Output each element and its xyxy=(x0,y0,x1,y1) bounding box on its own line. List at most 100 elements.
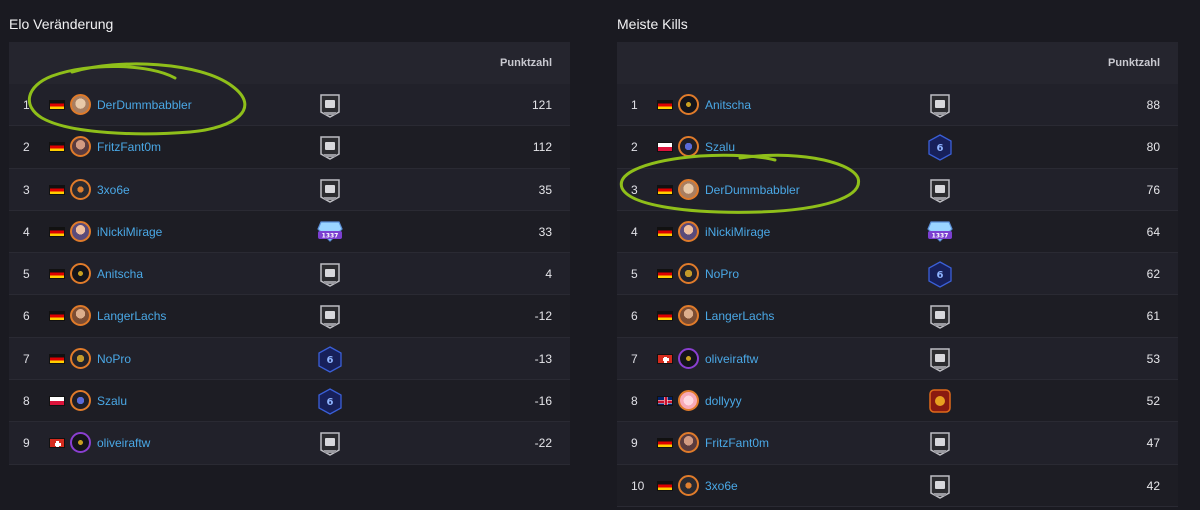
player-avatar[interactable] xyxy=(70,178,91,200)
player-name-link[interactable]: oliveiraftw xyxy=(705,352,758,366)
player-avatar[interactable] xyxy=(678,347,699,369)
score-value: 76 xyxy=(1146,182,1160,197)
rank-badge-icon: 1337 xyxy=(927,219,953,246)
svg-text:1337: 1337 xyxy=(322,232,339,239)
rank-badge-icon xyxy=(927,430,953,457)
player-avatar[interactable] xyxy=(678,474,699,496)
table-row[interactable]: 8 dollyyy 52 xyxy=(617,380,1178,423)
player-avatar[interactable] xyxy=(70,263,91,285)
player-avatar[interactable] xyxy=(678,390,699,412)
table-row[interactable]: 5 NoPro 6 62 xyxy=(617,253,1178,296)
player-avatar[interactable] xyxy=(678,432,699,454)
player-avatar[interactable] xyxy=(70,136,91,158)
rank-badge-icon: 6 xyxy=(317,346,343,373)
rank-number: 6 xyxy=(23,309,30,324)
table-row[interactable]: 6 LangerLachs 61 xyxy=(617,295,1178,338)
rank-badge-icon xyxy=(317,134,343,161)
score-value: 88 xyxy=(1146,98,1160,112)
rank-number: 5 xyxy=(23,267,30,282)
player-name-link[interactable]: DerDummbabbler xyxy=(705,183,800,197)
score-value: 47 xyxy=(1146,436,1160,451)
score-value: 4 xyxy=(545,267,552,282)
score-value: -16 xyxy=(534,394,552,409)
leaderboard-page: Elo Veränderung Punktzahl 1 DerDummbabble… xyxy=(0,0,1200,510)
player-name-link[interactable]: 3xo6e xyxy=(97,183,130,197)
player-avatar[interactable] xyxy=(678,220,699,242)
table-row[interactable]: 3 DerDummbabbler 76 xyxy=(617,168,1178,211)
table-row[interactable]: 3 3xo6e 35 xyxy=(9,168,570,211)
table-row[interactable]: 2 FritzFant0m 112 xyxy=(9,126,570,169)
player-name-link[interactable]: FritzFant0m xyxy=(705,436,769,450)
table-row[interactable]: 9 oliveiraftw -22 xyxy=(9,422,570,465)
table-row[interactable]: 4 iNickiMirage 1337 33 xyxy=(9,210,570,254)
player-name-link[interactable]: Anitscha xyxy=(705,98,751,112)
player-name-link[interactable]: dollyyy xyxy=(705,394,742,408)
table-row[interactable]: 9 FritzFant0m 47 xyxy=(617,422,1178,465)
country-flag-icon xyxy=(657,438,673,449)
player-avatar[interactable] xyxy=(678,178,699,200)
panel-title: Meiste Kills xyxy=(617,16,688,32)
score-column-header[interactable]: Punktzahl xyxy=(1108,57,1160,69)
score-value: -12 xyxy=(534,309,552,324)
rank-badge-icon xyxy=(317,177,343,204)
player-name-link[interactable]: 3xo6e xyxy=(705,479,738,493)
score-value: 35 xyxy=(538,182,552,197)
table-row[interactable]: 1 Anitscha 88 xyxy=(617,84,1178,127)
rank-number: 1 xyxy=(23,98,30,112)
rank-badge-icon xyxy=(317,303,343,330)
table-row[interactable]: 2 Szalu 6 80 xyxy=(617,126,1178,169)
score-column-header[interactable]: Punktzahl xyxy=(500,57,552,69)
table-row[interactable]: 7 NoPro 6 -13 xyxy=(9,337,570,381)
player-avatar[interactable] xyxy=(678,136,699,158)
rank-number: 1 xyxy=(631,98,638,112)
country-flag-icon xyxy=(657,353,673,364)
player-name-link[interactable]: iNickiMirage xyxy=(97,225,162,239)
rank-number: 10 xyxy=(631,478,645,493)
player-avatar[interactable] xyxy=(70,390,91,412)
player-avatar[interactable] xyxy=(70,94,91,115)
player-name-link[interactable]: Anitscha xyxy=(97,267,143,281)
table-header: Punktzahl xyxy=(617,42,1178,84)
rank-number: 8 xyxy=(631,394,638,409)
player-avatar[interactable] xyxy=(70,347,91,369)
table-row[interactable]: 7 oliveiraftw 53 xyxy=(617,337,1178,381)
player-avatar[interactable] xyxy=(70,305,91,327)
country-flag-icon xyxy=(49,353,65,364)
player-avatar[interactable] xyxy=(678,305,699,327)
elo-change-panel: Elo Veränderung Punktzahl 1 DerDummbabble… xyxy=(9,0,570,465)
player-name-link[interactable]: Szalu xyxy=(97,394,127,408)
rank-number: 4 xyxy=(23,224,30,239)
table-row[interactable]: 10 3xo6e 42 xyxy=(617,464,1178,507)
table-header: Punktzahl xyxy=(9,42,570,84)
table-row[interactable]: 4 iNickiMirage 1337 64 xyxy=(617,210,1178,254)
player-name-link[interactable]: iNickiMirage xyxy=(705,225,770,239)
score-value: 52 xyxy=(1146,394,1160,409)
player-name-link[interactable]: Szalu xyxy=(705,140,735,154)
table-row[interactable]: 5 Anitscha 4 xyxy=(9,253,570,296)
score-value: 53 xyxy=(1146,351,1160,366)
score-value: 33 xyxy=(538,224,552,239)
table-row[interactable]: 1 DerDummbabbler 121 xyxy=(9,84,570,127)
score-value: 112 xyxy=(532,140,552,155)
player-avatar[interactable] xyxy=(678,263,699,285)
country-flag-icon xyxy=(657,269,673,280)
table-row[interactable]: 8 Szalu 6 -16 xyxy=(9,380,570,423)
country-flag-icon xyxy=(657,226,673,237)
player-avatar[interactable] xyxy=(678,94,699,115)
table-row[interactable]: 6 LangerLachs -12 xyxy=(9,295,570,338)
player-name-link[interactable]: LangerLachs xyxy=(705,309,774,323)
panel-title: Elo Veränderung xyxy=(9,16,114,32)
player-name-link[interactable]: NoPro xyxy=(705,267,739,281)
most-kills-table: Punktzahl 1 Anitscha 88 2 Szalu 6 80 3 DerDummba… xyxy=(617,42,1178,507)
player-name-link[interactable]: DerDummbabbler xyxy=(97,98,192,112)
player-name-link[interactable]: FritzFant0m xyxy=(97,140,161,154)
rank-number: 7 xyxy=(631,351,638,366)
player-name-link[interactable]: LangerLachs xyxy=(97,309,166,323)
score-value: -13 xyxy=(534,351,552,366)
player-name-link[interactable]: NoPro xyxy=(97,352,131,366)
player-avatar[interactable] xyxy=(70,220,91,242)
rank-number: 3 xyxy=(631,182,638,197)
country-flag-icon xyxy=(657,396,673,407)
player-name-link[interactable]: oliveiraftw xyxy=(97,436,150,450)
player-avatar[interactable] xyxy=(70,432,91,454)
